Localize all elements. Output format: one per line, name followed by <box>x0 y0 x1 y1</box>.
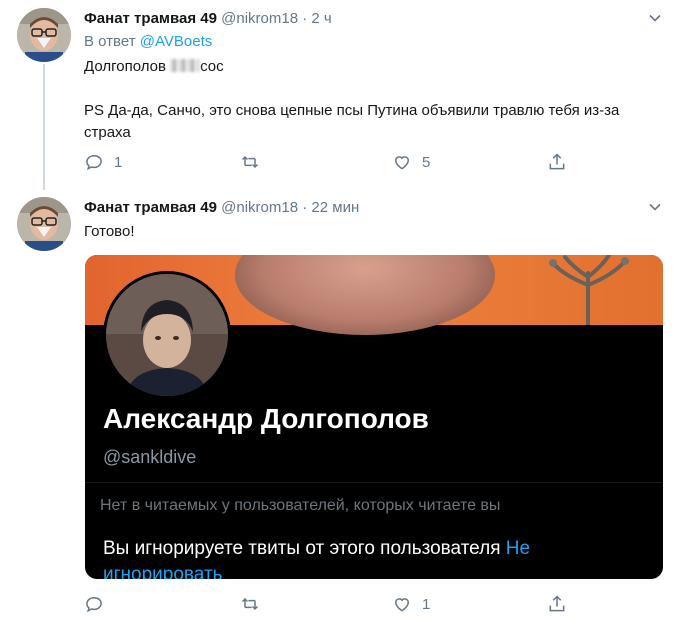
avatar[interactable] <box>17 197 71 251</box>
like-icon <box>394 598 410 612</box>
tweet-header: Фанат трамвая 49 @nikrom18 · 2 ч <box>84 9 332 29</box>
censored-word <box>170 59 201 72</box>
share-button[interactable] <box>547 594 567 614</box>
blocked-notice: Вы игнорируете твиты от этого пользовате… <box>103 536 643 579</box>
tweet-text: Готово! <box>84 223 135 240</box>
user-handle[interactable]: @nikrom18 <box>221 199 298 216</box>
retweet-icon <box>241 155 259 169</box>
tweet-text-ps: PS Да-да, Санчо, это снова цепные псы Пу… <box>84 102 620 141</box>
tweet-actions: 1 <box>84 594 584 618</box>
retweet-button[interactable] <box>240 152 260 172</box>
tweet-1[interactable]: Фанат трамвая 49 @nikrom18 · 2 ч В ответ… <box>0 0 680 190</box>
follow-note: Нет в читаемых у пользователей, которых … <box>100 497 501 514</box>
like-button[interactable]: 1 <box>392 594 430 614</box>
profile-name: Александр Долгополов <box>103 403 429 434</box>
profile-handle: @sankldive <box>103 447 197 467</box>
banner-photo <box>235 255 495 335</box>
tweet-text: Долгополов сос <box>84 56 654 78</box>
tweet-actions: 1 5 <box>84 152 584 176</box>
share-icon <box>549 153 565 170</box>
coat-rack-image <box>549 255 629 325</box>
like-icon <box>394 156 410 170</box>
share-icon <box>549 595 565 612</box>
thread-line <box>43 64 45 190</box>
tweet-header: Фанат трамвая 49 @nikrom18 · 22 мин <box>84 198 359 218</box>
like-button[interactable]: 5 <box>392 152 430 172</box>
reply-button[interactable]: 1 <box>84 152 122 172</box>
divider <box>85 482 663 483</box>
retweet-button[interactable] <box>240 594 260 614</box>
reply-mention-link[interactable]: @AVBoets <box>140 33 212 50</box>
tweet-text-part: Долгополов <box>84 58 166 75</box>
user-handle[interactable]: @nikrom18 <box>221 10 298 27</box>
display-name[interactable]: Фанат трамвая 49 <box>84 199 217 216</box>
timestamp[interactable]: 22 мин <box>311 199 359 216</box>
reply-button[interactable] <box>84 594 104 614</box>
retweet-icon <box>241 597 259 611</box>
reply-prefix: В ответ <box>84 33 136 50</box>
tweet-text-part: сос <box>200 58 224 75</box>
like-count: 1 <box>422 595 431 613</box>
chevron-down-icon[interactable] <box>648 11 662 25</box>
reply-count: 1 <box>114 153 123 171</box>
embedded-profile-image[interactable]: Александр Долгополов @sankldive Нет в чи… <box>85 255 663 579</box>
reply-icon <box>86 154 102 171</box>
chevron-down-icon[interactable] <box>648 200 662 214</box>
share-button[interactable] <box>547 152 567 172</box>
display-name[interactable]: Фанат трамвая 49 <box>84 10 217 27</box>
profile-avatar <box>103 271 231 399</box>
blocked-text: Вы игнорируете твиты от этого пользовате… <box>103 538 501 559</box>
separator-dot: · <box>302 10 308 27</box>
like-count: 5 <box>422 153 431 171</box>
separator-dot: · <box>302 199 308 216</box>
avatar[interactable] <box>17 8 71 62</box>
timestamp[interactable]: 2 ч <box>311 10 331 27</box>
reply-context: В ответ @AVBoets <box>84 33 212 50</box>
reply-icon <box>86 596 102 613</box>
